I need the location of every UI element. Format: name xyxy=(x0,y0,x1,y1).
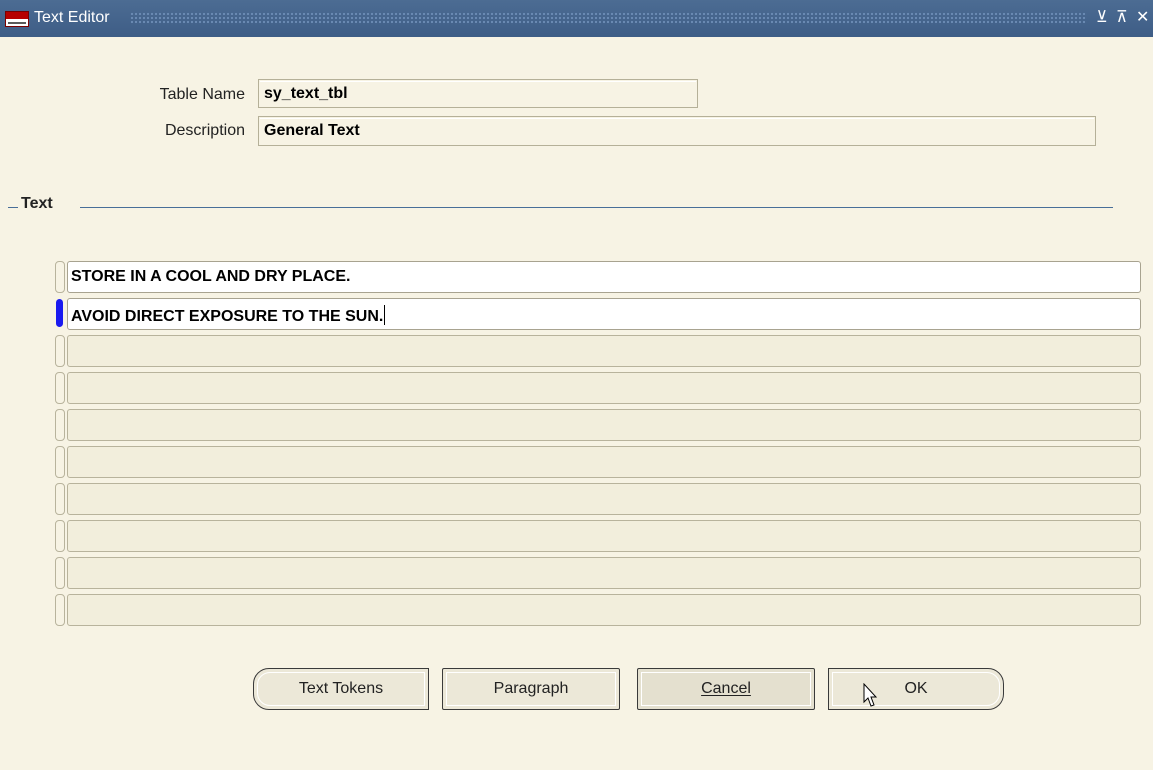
row-indicator[interactable] xyxy=(55,520,65,552)
text-section-title: Text xyxy=(21,195,53,212)
text-line-field[interactable] xyxy=(67,372,1141,404)
text-line-value: AVOID DIRECT EXPOSURE TO THE SUN. xyxy=(71,308,384,325)
text-line-field-active[interactable]: AVOID DIRECT EXPOSURE TO THE SUN. xyxy=(67,298,1141,330)
text-tokens-button[interactable]: Text Tokens xyxy=(253,668,429,710)
row-indicator[interactable] xyxy=(55,446,65,478)
paragraph-button[interactable]: Paragraph xyxy=(442,668,620,710)
text-row xyxy=(55,520,1141,552)
text-line-field[interactable] xyxy=(67,335,1141,367)
section-divider xyxy=(80,207,1113,208)
row-indicator[interactable] xyxy=(55,483,65,515)
row-indicator[interactable] xyxy=(55,557,65,589)
cancel-label: Cancel xyxy=(701,680,751,697)
row-indicator[interactable] xyxy=(55,335,65,367)
description-field[interactable]: General Text xyxy=(258,116,1096,146)
title-bar[interactable]: Text Editor ⊻ ⊼ ✕ xyxy=(0,0,1153,37)
text-row: STORE IN A COOL AND DRY PLACE. xyxy=(55,261,1141,293)
text-row xyxy=(55,594,1141,626)
text-line-field[interactable] xyxy=(67,520,1141,552)
row-indicator[interactable] xyxy=(55,372,65,404)
text-row xyxy=(55,335,1141,367)
ok-label: OK xyxy=(904,680,928,697)
row-indicator[interactable] xyxy=(55,261,65,293)
text-row xyxy=(55,483,1141,515)
cancel-button[interactable]: Cancel xyxy=(637,668,815,710)
mouse-pointer-icon xyxy=(863,683,877,707)
text-tokens-label: Text Tokens xyxy=(298,680,384,697)
text-caret xyxy=(384,305,386,325)
description-label: Description xyxy=(164,122,245,139)
text-row xyxy=(55,372,1141,404)
text-row: AVOID DIRECT EXPOSURE TO THE SUN. xyxy=(55,298,1141,330)
maximize-icon[interactable]: ⊼ xyxy=(1116,9,1128,27)
oracle-app-icon xyxy=(5,11,29,27)
text-line-field[interactable] xyxy=(67,409,1141,441)
table-name-label: Table Name xyxy=(159,86,245,103)
text-line-field[interactable] xyxy=(67,557,1141,589)
text-row xyxy=(55,557,1141,589)
close-icon[interactable]: ✕ xyxy=(1136,9,1149,27)
row-indicator[interactable] xyxy=(55,409,65,441)
text-line-field[interactable] xyxy=(67,483,1141,515)
text-line-field[interactable] xyxy=(67,446,1141,478)
row-indicator[interactable] xyxy=(55,594,65,626)
text-row xyxy=(55,446,1141,478)
ok-button[interactable]: OK xyxy=(828,668,1004,710)
text-line-field[interactable] xyxy=(67,594,1141,626)
window-title: Text Editor xyxy=(34,9,110,26)
title-bar-pattern xyxy=(130,12,1087,25)
paragraph-label: Paragraph xyxy=(493,680,569,697)
text-line-field[interactable]: STORE IN A COOL AND DRY PLACE. xyxy=(67,261,1141,293)
minimize-icon[interactable]: ⊻ xyxy=(1096,9,1108,27)
section-divider-left xyxy=(8,207,18,208)
row-indicator-active[interactable] xyxy=(56,299,63,327)
text-row xyxy=(55,409,1141,441)
table-name-field[interactable]: sy_text_tbl xyxy=(258,79,698,108)
